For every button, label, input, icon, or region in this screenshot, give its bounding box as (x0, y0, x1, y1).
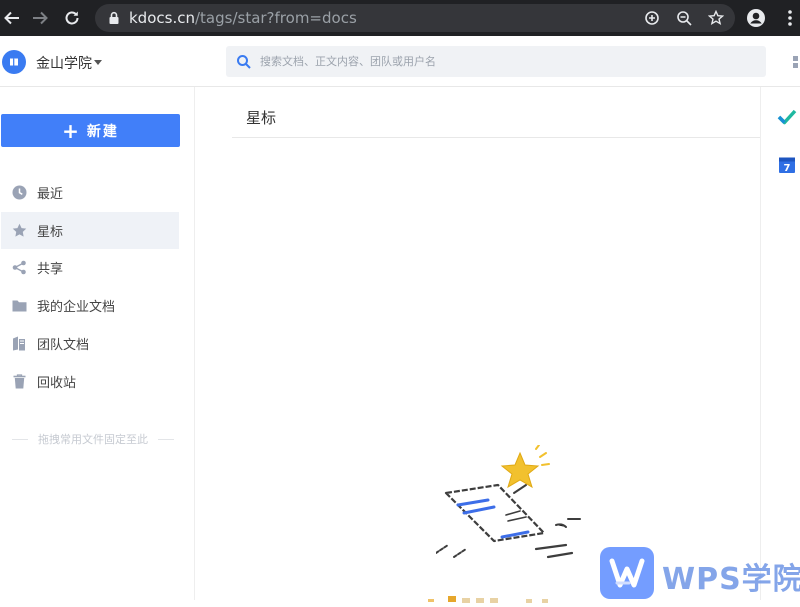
search-box[interactable] (226, 46, 766, 77)
url-path: /tags/star?from=docs (194, 9, 357, 27)
sidebar-item-team-docs[interactable]: 团队文档 (1, 325, 179, 362)
empty-state-illustration (436, 445, 581, 559)
main-content: 星标 (196, 87, 760, 603)
drag-hint-text: 拖拽常用文件固定至此 (38, 433, 148, 446)
url-host: kdocs.cn (129, 9, 195, 27)
chevron-down-icon[interactable] (94, 60, 102, 65)
divider (12, 438, 28, 440)
new-button[interactable]: + 新建 (1, 114, 180, 147)
profile-icon[interactable] (744, 6, 768, 30)
org-logo-icon[interactable] (2, 50, 26, 74)
sidebar-item-trash[interactable]: 回收站 (1, 363, 179, 400)
star-icon (11, 223, 27, 239)
sidebar-item-label: 团队文档 (37, 338, 90, 353)
todo-check-icon[interactable] (777, 107, 797, 127)
reload-icon[interactable] (60, 6, 84, 30)
forward-icon[interactable] (28, 6, 52, 30)
address-bar[interactable]: kdocs.cn/tags/star?from=docs (95, 4, 735, 32)
apps-grid-icon[interactable] (790, 56, 800, 68)
bookmark-star-icon[interactable] (707, 9, 725, 27)
share-icon (11, 260, 27, 276)
drag-pin-hint: 拖拽常用文件固定至此 (12, 431, 174, 447)
sidebar-item-label: 共享 (37, 262, 64, 277)
sidebar-item-enterprise-docs[interactable]: 我的企业文档 (1, 287, 179, 324)
url-text: kdocs.cn/tags/star?from=docs (129, 9, 357, 27)
empty-state-text-fragment (428, 596, 548, 603)
menu-icon[interactable] (778, 6, 800, 30)
sidebar-item-label: 星标 (37, 225, 64, 240)
add-icon[interactable] (643, 9, 661, 27)
sidebar-item-label: 我的企业文档 (37, 300, 116, 315)
browser-toolbar: kdocs.cn/tags/star?from=docs (0, 0, 800, 36)
folder-icon (11, 298, 27, 314)
clock-icon (11, 185, 27, 201)
search-input[interactable] (260, 46, 750, 77)
watermark-text: WPS学院 (662, 562, 800, 597)
sidebar-item-starred[interactable]: 星标 (1, 212, 179, 249)
org-name[interactable]: 金山学院 (36, 53, 92, 73)
sidebar: + 新建 最近 星标 共享 我的企业文档 团队文档 回收站 拖拽常用文件固定至此 (0, 87, 195, 600)
sidebar-item-recent[interactable]: 最近 (1, 174, 179, 211)
trash-icon (11, 374, 27, 390)
plus-icon: + (62, 118, 81, 143)
wps-logo-icon (600, 547, 654, 599)
lock-icon (105, 9, 123, 27)
sidebar-item-shared[interactable]: 共享 (1, 249, 179, 286)
svg-text:7: 7 (784, 163, 791, 174)
sidebar-item-label: 回收站 (37, 376, 77, 391)
sidebar-item-label: 最近 (37, 187, 64, 202)
empty-state-text (428, 594, 568, 607)
page-title: 星标 (246, 109, 277, 127)
app-header: 金山学院 (0, 36, 800, 87)
back-icon[interactable] (0, 6, 24, 30)
title-divider (232, 137, 760, 138)
right-rail: 7 (760, 87, 800, 600)
new-button-label: 新建 (86, 123, 119, 140)
zoom-icon[interactable] (675, 9, 693, 27)
watermark: WPS学院 (600, 546, 800, 600)
divider (158, 438, 174, 440)
team-docs-icon (11, 336, 27, 352)
search-icon (237, 55, 251, 69)
calendar-icon[interactable]: 7 (777, 155, 797, 175)
